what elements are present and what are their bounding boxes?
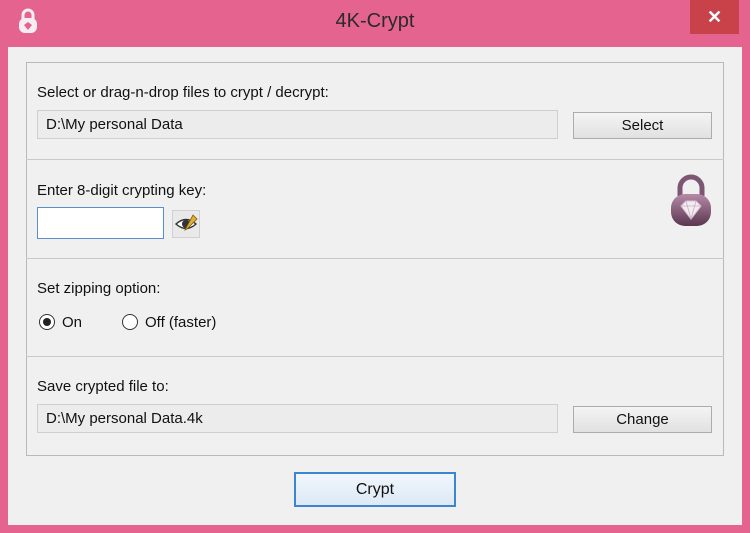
zip-off-radio[interactable]: [122, 314, 138, 330]
close-button[interactable]: ✕: [690, 0, 739, 34]
select-button[interactable]: Select: [573, 112, 712, 139]
eye-icon: [174, 214, 198, 231]
select-files-label: Select or drag-n-drop files to crypt / d…: [37, 84, 329, 101]
zip-off-label[interactable]: Off (faster): [145, 314, 216, 331]
section-divider: [26, 356, 724, 357]
change-button[interactable]: Change: [573, 406, 712, 433]
save-to-label: Save crypted file to:: [37, 378, 169, 395]
window-title: 4K-Crypt: [335, 10, 415, 32]
app-window: 4K-Crypt ✕ Select or drag-n-drop files t…: [0, 0, 750, 533]
diamond-lock-icon: [671, 174, 711, 226]
source-path-field[interactable]: D:\My personal Data: [37, 110, 558, 139]
crypt-button[interactable]: Crypt: [294, 472, 456, 507]
title-bar[interactable]: 4K-Crypt ✕: [0, 0, 750, 46]
section-divider: [26, 258, 724, 259]
section-divider: [26, 159, 724, 160]
zip-option-label: Set zipping option:: [37, 280, 161, 297]
key-input[interactable]: [37, 207, 164, 239]
key-label: Enter 8-digit crypting key:: [37, 182, 207, 199]
destination-path-field[interactable]: D:\My personal Data.4k: [37, 404, 558, 433]
show-key-button[interactable]: [172, 210, 200, 238]
zip-on-label[interactable]: On: [62, 314, 82, 331]
zip-on-radio[interactable]: [39, 314, 55, 330]
